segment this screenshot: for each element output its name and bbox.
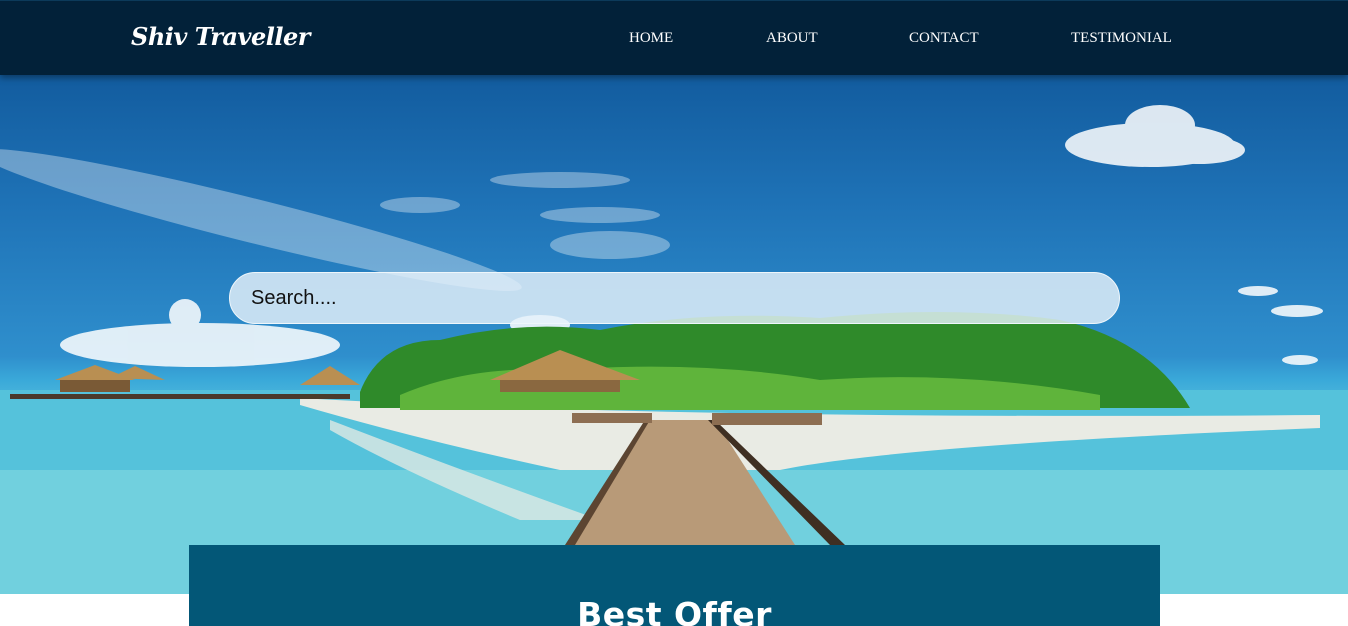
best-offer-section: Best Offer bbox=[189, 545, 1160, 626]
nav-testimonial-link[interactable]: TESTIMONIAL bbox=[1071, 30, 1172, 47]
search-input[interactable] bbox=[229, 272, 1120, 324]
nav-menu: HOME ABOUT CONTACT TESTIMONIAL bbox=[0, 30, 1348, 50]
best-offer-title: Best Offer bbox=[577, 595, 772, 626]
nav-about-link[interactable]: ABOUT bbox=[766, 30, 818, 47]
nav-home-link[interactable]: HOME bbox=[629, 30, 673, 47]
nav-contact-link[interactable]: CONTACT bbox=[909, 30, 979, 47]
navbar: Shiv Traveller HOME ABOUT CONTACT TESTIM… bbox=[0, 0, 1348, 75]
